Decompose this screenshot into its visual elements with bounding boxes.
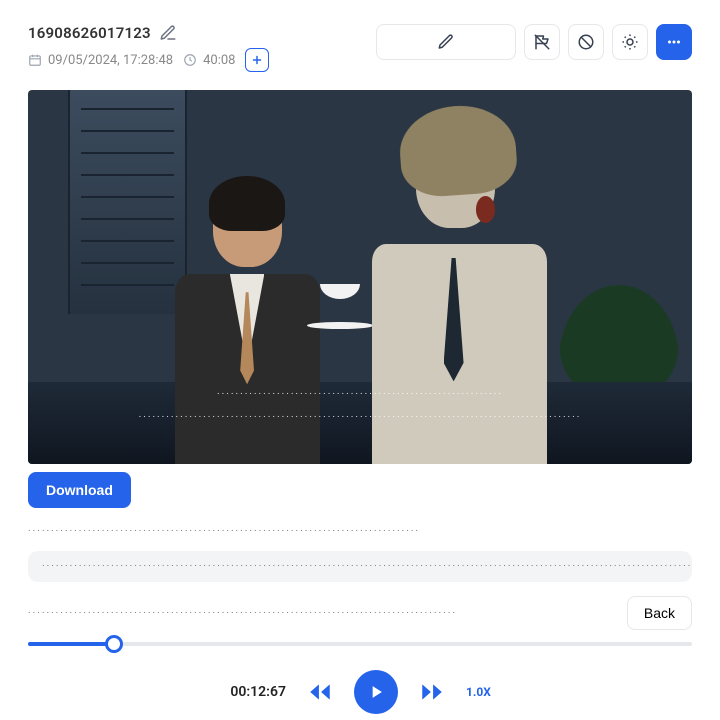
- disable-button[interactable]: [568, 24, 604, 60]
- current-time: 00:12:67: [214, 684, 286, 700]
- progress-slider[interactable]: [28, 636, 692, 652]
- back-button[interactable]: Back: [627, 596, 692, 630]
- more-button[interactable]: [656, 24, 692, 60]
- calendar-icon: [28, 53, 42, 67]
- forward-button[interactable]: [416, 676, 448, 708]
- duration-text: 40:08: [203, 53, 235, 68]
- duration-meta: 40:08: [183, 53, 235, 68]
- download-button[interactable]: Download: [28, 472, 131, 508]
- progress-thumb[interactable]: [105, 635, 123, 653]
- transcript-line-3: ········································…: [28, 608, 457, 619]
- rewind-button[interactable]: [304, 676, 336, 708]
- playback-speed[interactable]: 1.0X: [466, 685, 506, 699]
- date-meta: 09/05/2024, 17:28:48: [28, 53, 173, 68]
- date-text: 09/05/2024, 17:28:48: [48, 53, 173, 68]
- transcript-line-1: ········································…: [28, 526, 692, 537]
- clock-icon: [183, 53, 197, 67]
- title-input[interactable]: [376, 24, 516, 60]
- edit-title-icon[interactable]: [159, 24, 177, 42]
- scene-illustration: [28, 90, 692, 464]
- video-preview[interactable]: ········································…: [28, 90, 692, 464]
- add-button[interactable]: [245, 48, 269, 72]
- pencil-icon: [437, 33, 455, 51]
- brightness-button[interactable]: [612, 24, 648, 60]
- transcript-highlight: ········································…: [28, 551, 692, 582]
- flag-off-button[interactable]: [524, 24, 560, 60]
- play-button[interactable]: [354, 670, 398, 714]
- recording-id: 16908626017123: [28, 24, 151, 42]
